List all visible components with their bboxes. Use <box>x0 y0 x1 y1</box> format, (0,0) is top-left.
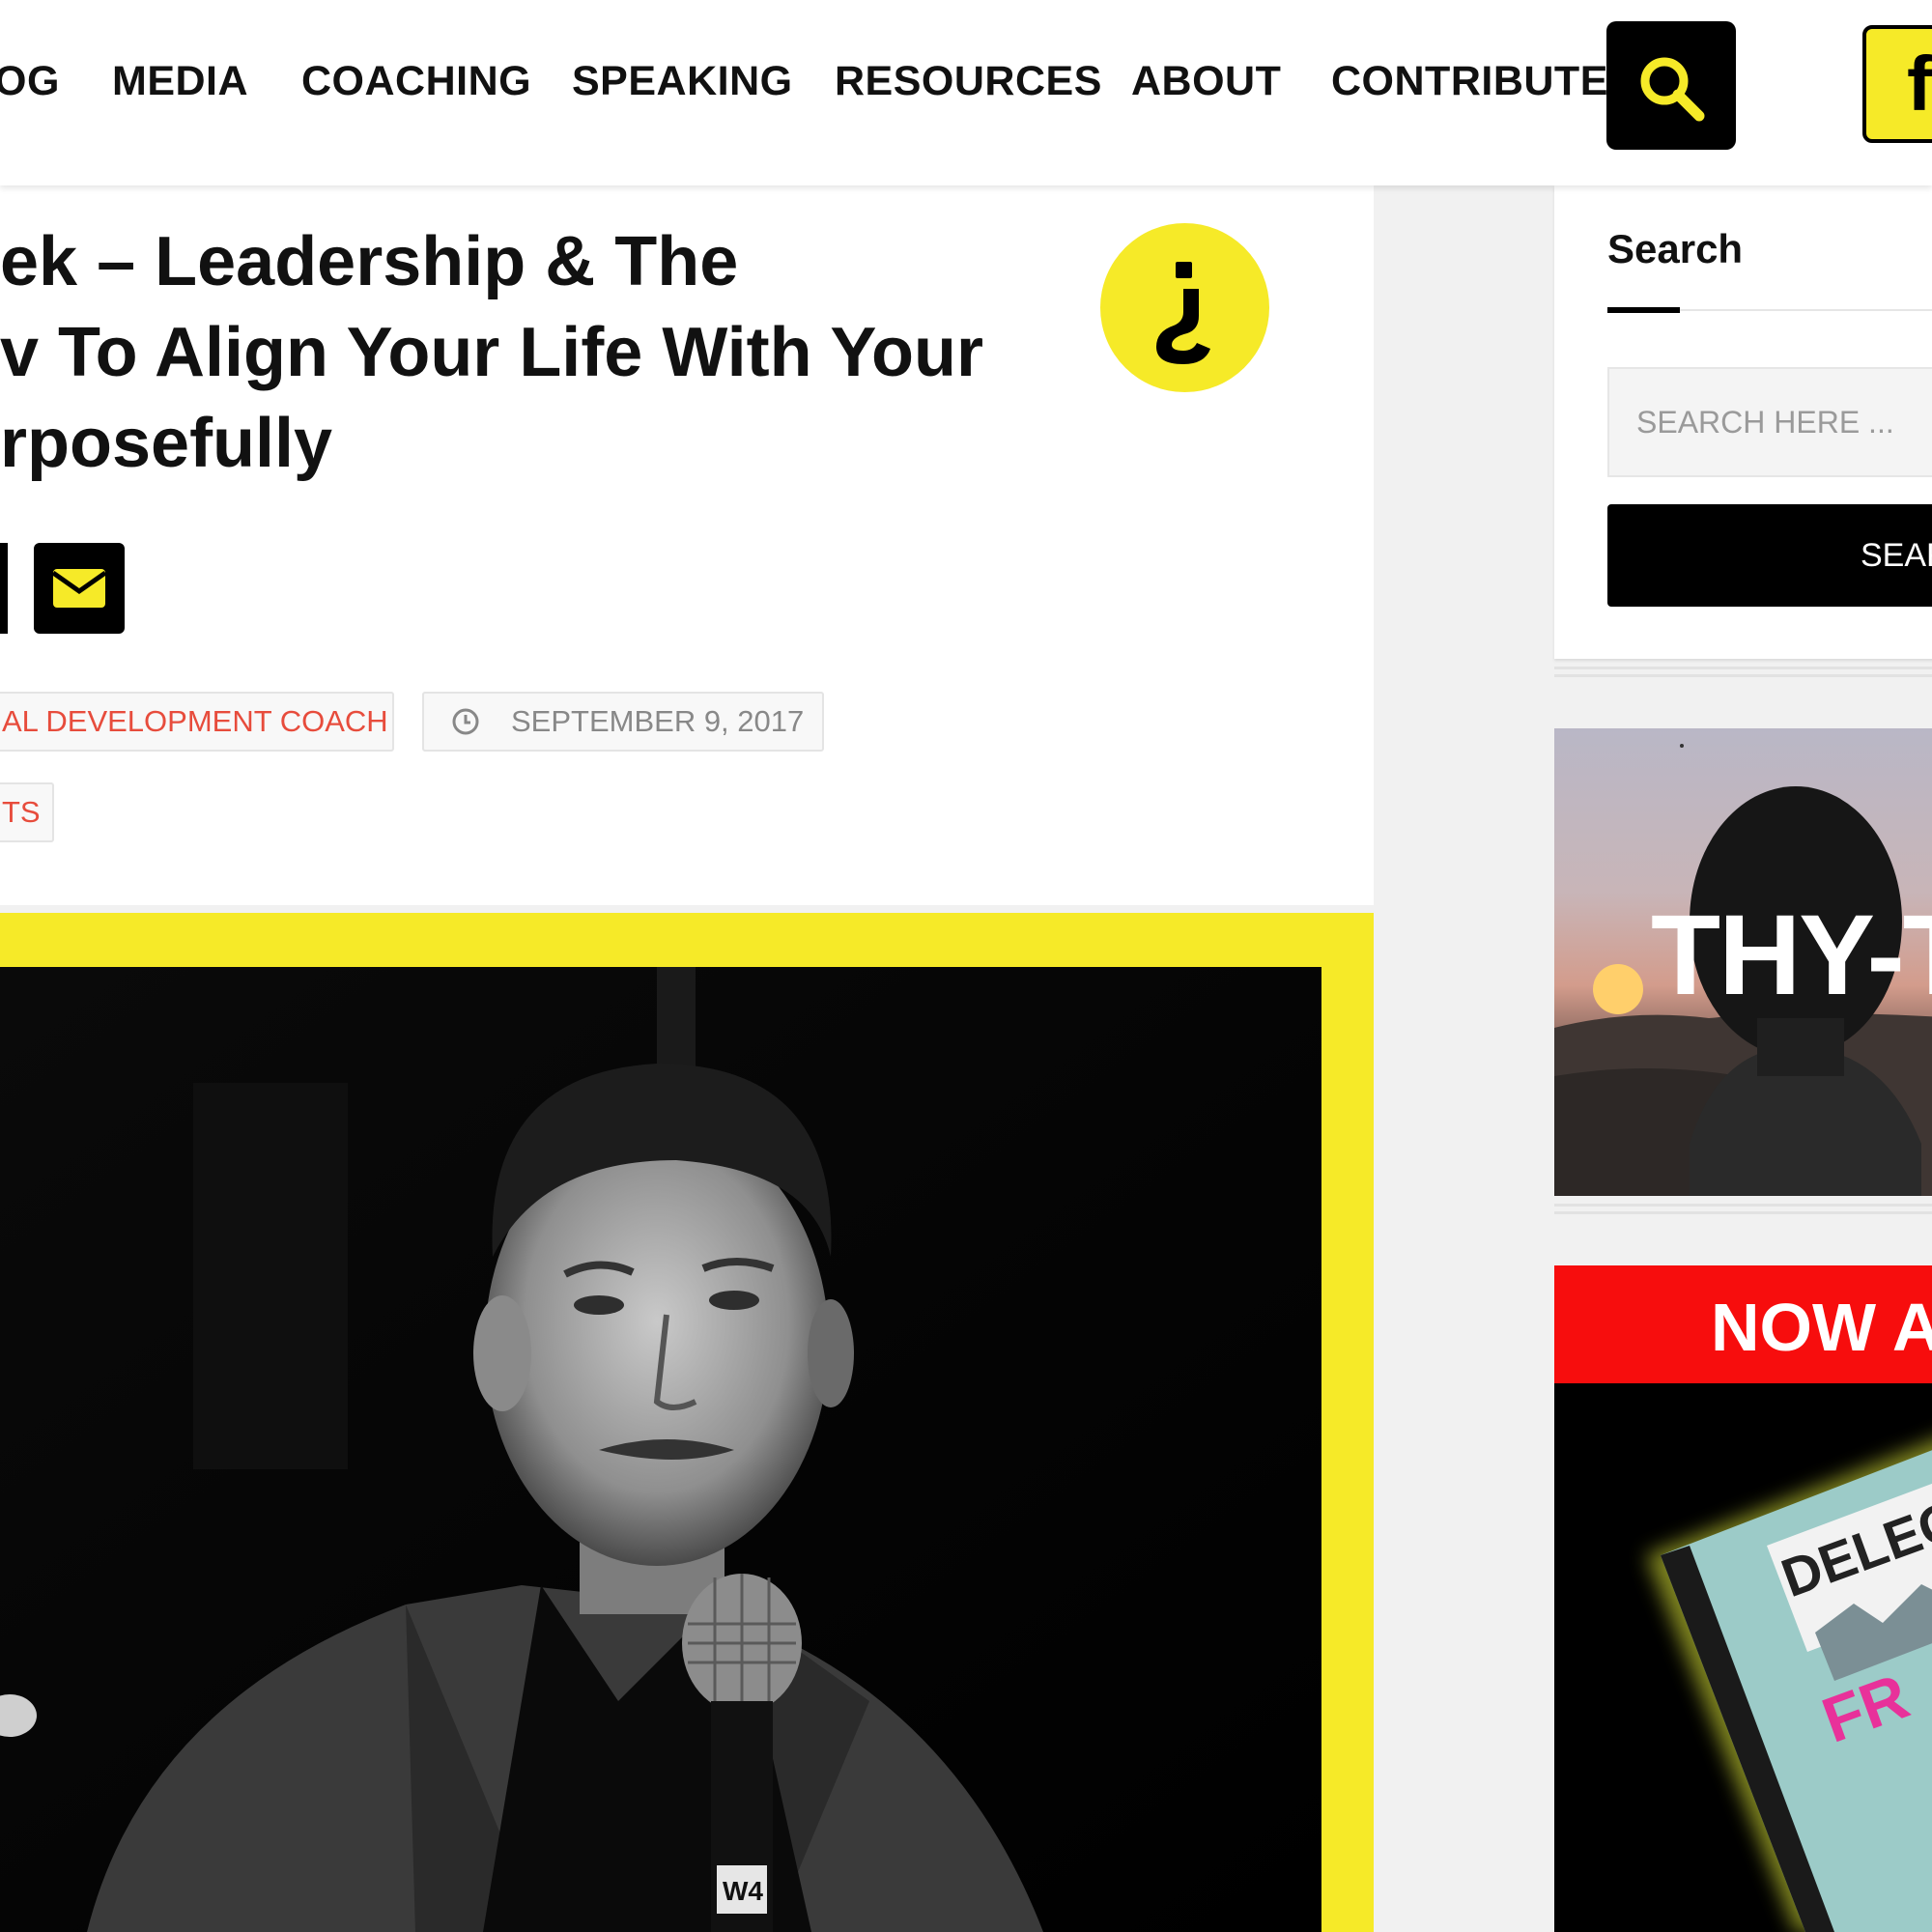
post-date-text: SEPTEMBER 9, 2017 <box>511 704 805 738</box>
nav-item-media[interactable]: MEDIA <box>112 56 248 106</box>
email-icon <box>51 569 107 608</box>
header-search-button[interactable] <box>1606 21 1736 150</box>
sidebar-search-input[interactable] <box>1607 367 1932 477</box>
article-title-line-1: ek – Leadership & The <box>0 223 739 300</box>
article-title-line-2: v To Align Your Life With Your <box>0 314 983 391</box>
search-icon <box>1640 57 1705 122</box>
post-date: SEPTEMBER 9, 2017 <box>422 692 824 752</box>
nav-item-contribute[interactable]: CONTRIBUTE <box>1331 56 1608 106</box>
sidebar-promo-image[interactable]: THY-T <box>1554 728 1932 1196</box>
facebook-icon: f <box>1907 41 1932 127</box>
clock-icon <box>452 708 479 735</box>
sidebar-divider <box>1554 674 1932 677</box>
featured-image-frame: W4 <box>0 913 1374 1932</box>
sidebar-divider <box>1554 1211 1932 1214</box>
nav-item-speaking[interactable]: SPEAKING <box>572 56 793 106</box>
sidebar-divider <box>1554 1204 1932 1207</box>
speaker-photo-illustration: W4 <box>0 967 1321 1932</box>
share-button-partial[interactable] <box>0 543 8 634</box>
book-cover-illustration <box>1646 1440 1932 1932</box>
sidebar-search-widget: Search SEAF <box>1554 185 1932 659</box>
article-title-line-3: rposefully <box>0 405 333 482</box>
facebook-button[interactable]: f <box>1862 25 1932 143</box>
nav-item-about[interactable]: ABOUT <box>1131 56 1281 106</box>
inverted-question-hook-icon <box>1156 262 1210 364</box>
featured-photo: W4 <box>0 967 1321 1932</box>
nav-item-coaching[interactable]: COACHING <box>301 56 531 106</box>
promo-1-caption: THY-T <box>1651 892 1932 1019</box>
sidebar-divider <box>1554 667 1932 669</box>
tags-tag[interactable]: TS <box>0 782 54 842</box>
share-email-button[interactable] <box>34 543 125 634</box>
nav-item-resources[interactable]: RESOURCES <box>835 56 1102 106</box>
category-tag[interactable]: AL DEVELOPMENT COACH <box>0 692 394 752</box>
search-widget-title: Search <box>1607 226 1744 271</box>
article-header-card: ek – Leadership & The v To Align Your Li… <box>0 185 1374 905</box>
post-format-badge <box>1100 223 1269 392</box>
nav-item-blog[interactable]: OG <box>0 56 60 106</box>
article-title: ek – Leadership & The v To Align Your Li… <box>0 216 1063 489</box>
sidebar-search-submit[interactable]: SEAF <box>1607 504 1932 607</box>
site-header: OG MEDIA COACHING SPEAKING RESOURCES ABO… <box>0 0 1932 185</box>
widget-title-underline <box>1607 307 1680 313</box>
widget-divider <box>1680 309 1932 311</box>
mic-label: W4 <box>723 1876 763 1906</box>
sidebar-book-promo[interactable]: NOW A DELEG FR <box>1554 1265 1932 1932</box>
